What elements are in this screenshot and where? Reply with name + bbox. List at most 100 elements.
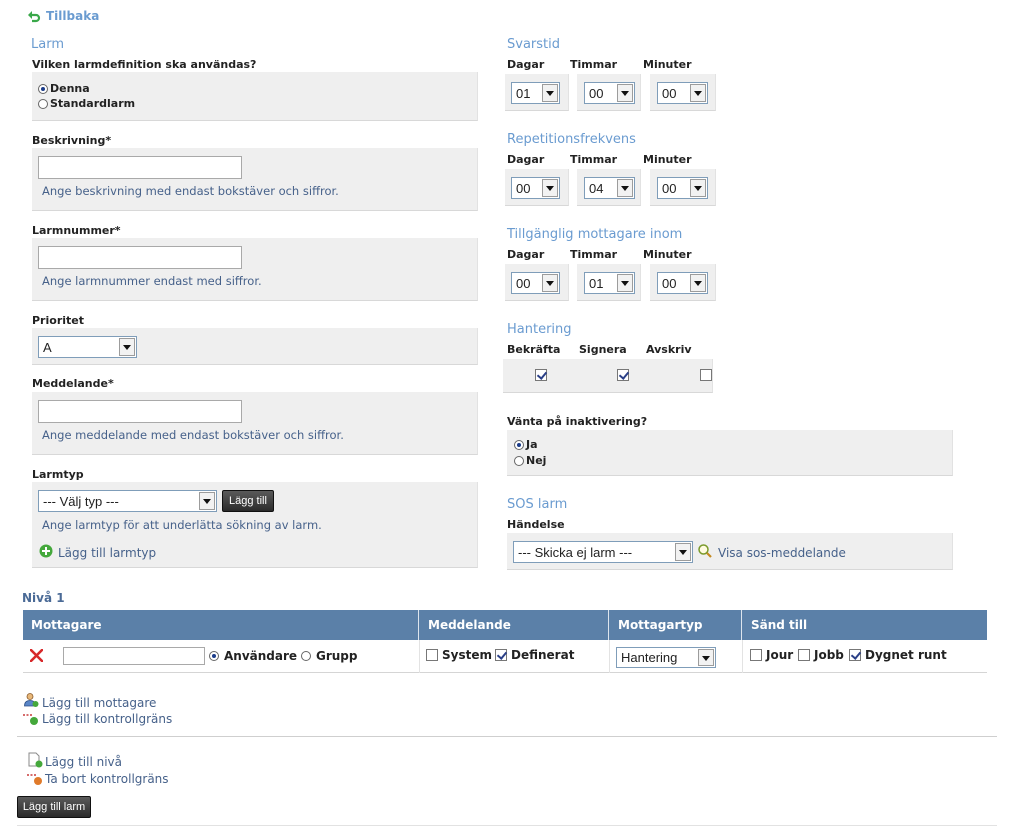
svarstid-minuter-label: Minuter (643, 58, 692, 71)
repetition-dagar-label: Dagar (507, 153, 545, 166)
th-mottagare: Mottagare (23, 610, 419, 640)
tillganglig-dagar-select[interactable]: 00 (511, 272, 560, 294)
repetition-timmar-value: 04 (589, 180, 604, 196)
repetition-dagar-value: 00 (516, 180, 531, 196)
hantering-bekrafta-checkbox[interactable] (535, 369, 547, 381)
radio-standardlarm[interactable]: Standardlarm (38, 97, 135, 110)
larmtyp-add-button[interactable]: Lägg till (222, 490, 274, 512)
svarstid-minuter-value: 00 (662, 85, 677, 101)
chevron-down-icon[interactable] (690, 84, 706, 102)
radio-denna[interactable]: Denna (38, 82, 90, 95)
add-larmtyp-link[interactable]: Lägg till larmtyp (39, 541, 156, 560)
bottom-divider (17, 825, 997, 826)
remove-kontrollgrans-label: Ta bort kontrollgräns (45, 772, 169, 786)
add-kontrollgrans-label: Lägg till kontrollgräns (42, 712, 173, 726)
svarstid-timmar-label: Timmar (570, 58, 618, 71)
radio-anvandare-button[interactable] (209, 651, 219, 661)
tillganglig-dagar-label: Dagar (507, 248, 545, 261)
back-link[interactable]: Tillbaka (27, 9, 99, 23)
hantering-title: Hantering (507, 322, 572, 337)
chevron-down-icon[interactable] (542, 84, 558, 102)
meddelande-system-label: System (442, 648, 492, 662)
chevron-down-icon[interactable] (617, 179, 633, 197)
repetition-timmar-select[interactable]: 04 (584, 177, 635, 199)
tillganglig-timmar-value: 01 (589, 275, 604, 291)
prioritet-label: Prioritet (32, 314, 84, 327)
meddelande-system-checkbox[interactable] (426, 649, 438, 661)
divider (17, 736, 997, 737)
radio-denna-button[interactable] (38, 83, 48, 94)
radio-standardlarm-label: Standardlarm (50, 97, 136, 110)
hantering-avskriv-checkbox[interactable] (699, 369, 712, 381)
svarstid-dagar-select[interactable]: 01 (511, 82, 560, 104)
meddelande-label: Meddelande* (32, 377, 114, 390)
radio-ja[interactable]: Ja (514, 438, 538, 451)
add-mottagare-link[interactable]: Lägg till mottagare (23, 690, 156, 710)
radio-grupp[interactable]: Grupp (301, 649, 358, 663)
prioritet-select[interactable]: A (38, 336, 137, 358)
svarstid-dagar-value: 01 (516, 85, 531, 101)
repetition-minuter-select[interactable]: 00 (657, 177, 708, 199)
add-niva-link[interactable]: Lägg till nivå (27, 750, 122, 769)
larmdefinition-question: Vilken larmdefinition ska användas? (32, 58, 257, 71)
mottagartyp-select[interactable]: Hantering (616, 647, 716, 668)
meddelande-system[interactable]: System (426, 648, 492, 662)
larmtyp-select-value: --- Välj typ --- (43, 493, 119, 509)
radio-ja-button[interactable] (514, 439, 524, 450)
repetition-dagar-select[interactable]: 00 (511, 177, 560, 199)
svarstid-timmar-select[interactable]: 00 (584, 82, 635, 104)
chevron-down-icon[interactable] (617, 84, 633, 102)
chevron-down-icon[interactable] (199, 492, 215, 510)
hantering-signera-checkbox[interactable] (616, 369, 629, 381)
meddelande-input[interactable] (38, 400, 242, 423)
chevron-down-icon[interactable] (542, 179, 558, 197)
sos-title: SOS larm (507, 497, 568, 512)
repetition-title: Repetitionsfrekvens (507, 132, 636, 147)
handelse-select-value: --- Skicka ej larm --- (518, 544, 633, 560)
radio-nej-button[interactable] (514, 455, 524, 466)
th-sand-till: Sänd till (743, 610, 987, 640)
user-add-icon (24, 693, 39, 707)
sand-jour[interactable]: Jour (750, 648, 793, 662)
remove-kontrollgrans-link[interactable]: Ta bort kontrollgräns (27, 772, 169, 786)
sand-jobb[interactable]: Jobb (798, 648, 844, 662)
sand-jour-label: Jour (766, 648, 794, 662)
tillganglig-minuter-select[interactable]: 00 (657, 272, 708, 294)
larmnummer-input[interactable] (38, 246, 242, 269)
visa-sos-link[interactable]: Visa sos-meddelande (697, 541, 846, 560)
larmtyp-select[interactable]: --- Välj typ --- (38, 490, 217, 512)
svarstid-minuter-select[interactable]: 00 (657, 82, 708, 104)
repetition-minuter-label: Minuter (643, 153, 692, 166)
vanta-panel (507, 430, 953, 476)
svarstid-dagar-label: Dagar (507, 58, 545, 71)
radio-nej[interactable]: Nej (514, 454, 546, 467)
chevron-down-icon[interactable] (617, 274, 633, 292)
sand-jour-checkbox[interactable] (750, 649, 762, 661)
mottagare-input[interactable] (63, 647, 205, 665)
sand-dygnet-runt-checkbox[interactable] (849, 649, 861, 661)
beskrivning-input[interactable] (38, 156, 242, 179)
chevron-down-icon[interactable] (698, 649, 714, 666)
hantering-avskriv-label: Avskriv (646, 343, 692, 356)
meddelande-definerat-checkbox[interactable] (495, 649, 507, 661)
chevron-down-icon[interactable] (690, 179, 706, 197)
delete-icon[interactable] (30, 649, 43, 662)
chevron-down-icon[interactable] (119, 338, 135, 356)
chevron-down-icon[interactable] (690, 274, 706, 292)
meddelande-definerat[interactable]: Definerat (495, 648, 574, 662)
radio-anvandare[interactable]: Användare (209, 649, 297, 663)
add-kontrollgrans-link[interactable]: Lägg till kontrollgräns (23, 712, 172, 726)
meddelande-hint: Ange meddelande med endast bokstäver och… (42, 428, 344, 442)
sand-dygnet-runt[interactable]: Dygnet runt (849, 648, 947, 662)
handelse-select[interactable]: --- Skicka ej larm --- (513, 541, 693, 563)
chevron-down-icon[interactable] (542, 274, 558, 292)
beskrivning-hint: Ange beskrivning med endast bokstäver oc… (42, 184, 339, 198)
tillganglig-timmar-select[interactable]: 01 (584, 272, 635, 294)
radio-grupp-button[interactable] (301, 651, 311, 661)
tillganglig-timmar-label: Timmar (570, 248, 618, 261)
chevron-down-icon[interactable] (675, 543, 691, 561)
radio-standardlarm-button[interactable] (38, 98, 48, 109)
sand-jobb-checkbox[interactable] (798, 649, 810, 661)
add-larmtyp-label: Lägg till larmtyp (58, 546, 157, 560)
lagg-till-larm-button[interactable]: Lägg till larm (17, 796, 91, 818)
